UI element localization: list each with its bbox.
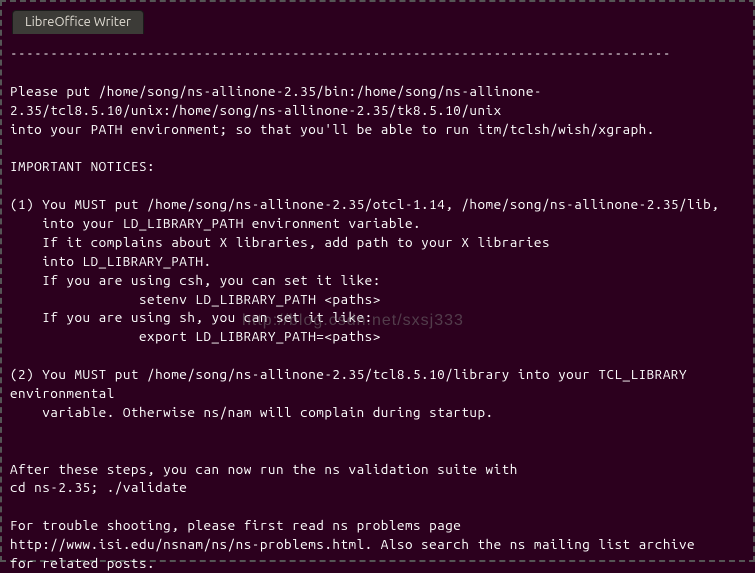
tab-libreoffice-writer[interactable]: LibreOffice Writer — [12, 10, 144, 34]
tab-container: LibreOffice Writer — [12, 10, 144, 34]
terminal-output[interactable]: ----------------------------------------… — [6, 36, 749, 556]
